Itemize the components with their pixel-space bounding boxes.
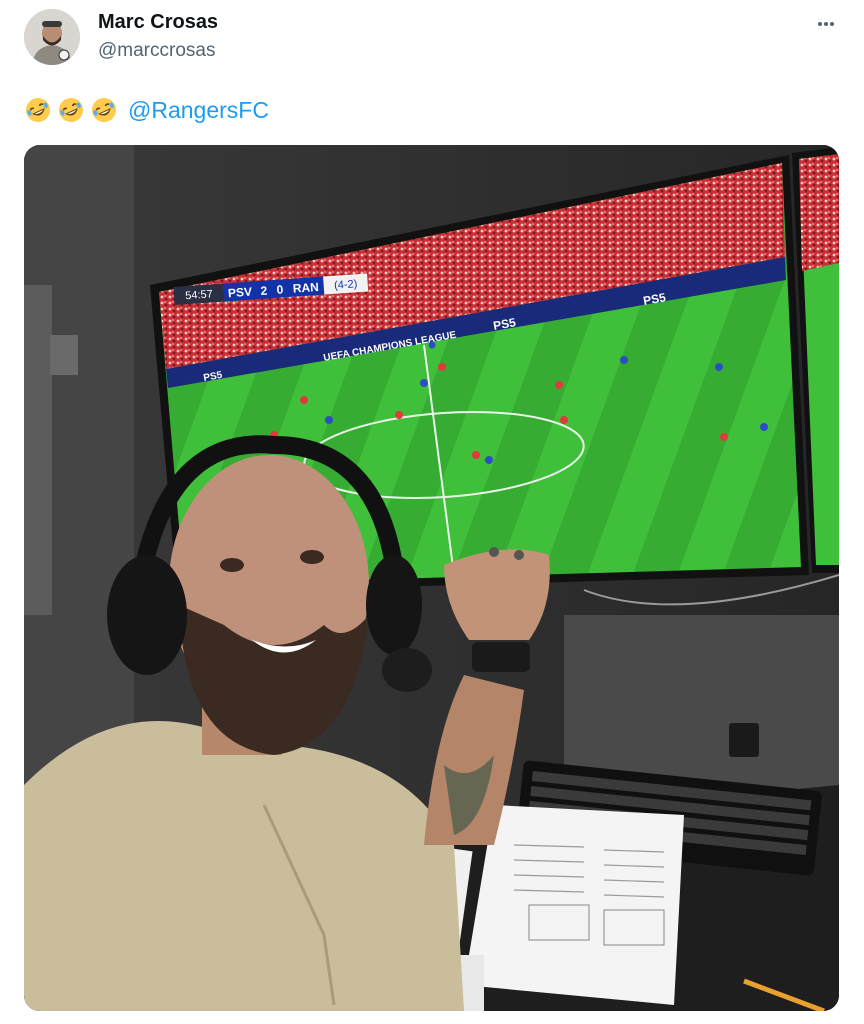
- laughing-emoji-icon: [92, 98, 116, 122]
- tweet-photo[interactable]: PS5 UEFA CHAMPIONS LEAGUE PS5 PS5 54:57 …: [24, 145, 839, 1011]
- author-name[interactable]: Marc Crosas: [98, 11, 218, 34]
- avatar[interactable]: [24, 9, 80, 65]
- mention-link[interactable]: @RangersFC: [128, 97, 269, 124]
- home-score: 2: [260, 283, 268, 297]
- match-clock: 54:57: [185, 288, 213, 302]
- photo-scene: PS5 UEFA CHAMPIONS LEAGUE PS5 PS5 54:57 …: [24, 145, 839, 1011]
- away-score: 0: [276, 282, 284, 296]
- home-team: PSV: [228, 285, 253, 301]
- laughing-emoji-icon: [26, 98, 50, 122]
- author-handle[interactable]: @marccrosas: [98, 40, 215, 62]
- aggregate-score: (4-2): [334, 278, 358, 292]
- away-team: RAN: [292, 280, 319, 296]
- laughing-emoji-icon: [59, 98, 83, 122]
- more-options-icon[interactable]: [808, 8, 844, 38]
- tweet-text: @RangersFC: [25, 92, 269, 128]
- tweet-header: Marc Crosas @marccrosas: [0, 0, 864, 80]
- avatar-photo: [24, 9, 80, 65]
